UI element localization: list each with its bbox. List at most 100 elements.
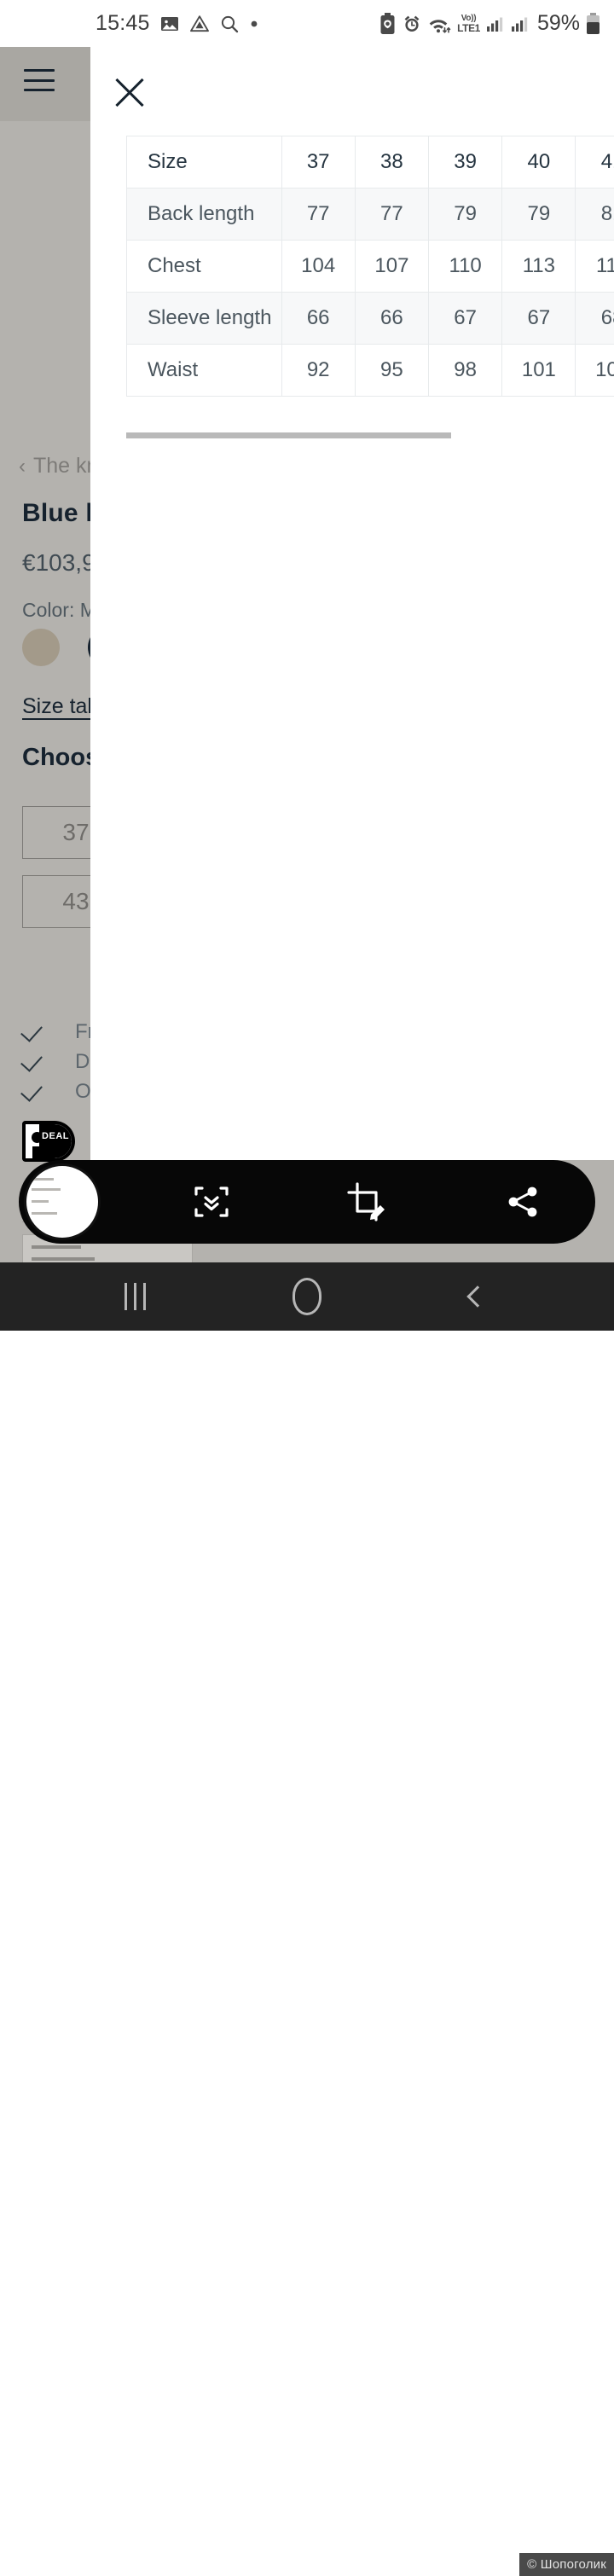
- status-bar-left: 15:45: [96, 11, 259, 36]
- close-icon[interactable]: [113, 75, 147, 109]
- table-row: Sleeve length 66 66 67 67 68 6: [127, 293, 614, 345]
- chevron-left-icon: ‹: [19, 455, 26, 478]
- placeholder-line: [32, 1257, 95, 1261]
- cell: 104: [281, 241, 355, 293]
- cell: 98: [429, 345, 502, 397]
- check-icon: [22, 1020, 46, 1044]
- hamburger-bar: [24, 89, 55, 91]
- scroll-capture-icon: [193, 1183, 230, 1221]
- status-bar-right: Vo)) LTE1 59%: [379, 11, 600, 36]
- table-row: Chest 104 107 110 113 116 11: [127, 241, 614, 293]
- recents-icon-bar: [143, 1283, 146, 1310]
- cell: 116: [576, 241, 614, 293]
- recents-icon-bar: [134, 1283, 136, 1310]
- share-button[interactable]: [472, 1160, 574, 1244]
- row-label-back-length: Back length: [127, 189, 282, 241]
- status-clock: 15:45: [96, 11, 150, 36]
- cell: 77: [281, 189, 355, 241]
- ideal-logo-dot: [32, 1132, 43, 1143]
- share-icon: [505, 1184, 541, 1220]
- cell: 95: [355, 345, 428, 397]
- cell: 110: [429, 241, 502, 293]
- color-label: Color: M: [22, 599, 96, 622]
- product-price: €103,9: [22, 549, 96, 577]
- cell: 107: [355, 241, 428, 293]
- battery-saver-icon: [379, 13, 396, 35]
- thumbnail-line: [32, 1200, 49, 1203]
- crop-edit-button[interactable]: [316, 1160, 418, 1244]
- thumbnail-line: [32, 1212, 57, 1215]
- cell: 104: [576, 345, 614, 397]
- drive-icon: [189, 14, 210, 34]
- ideal-logo-shape: [39, 1124, 72, 1158]
- volte-icon: Vo)) LTE1: [457, 15, 480, 33]
- signal-sim1-icon: [486, 15, 505, 33]
- column-header-size: Size: [127, 136, 282, 189]
- thumbnail-line: [32, 1188, 61, 1191]
- cell: 68: [576, 293, 614, 345]
- ideal-logo: DEAL: [22, 1121, 75, 1162]
- placeholder-line: [32, 1245, 81, 1249]
- hamburger-bar: [24, 79, 55, 82]
- size-chart-table: Size 37 38 39 40 41 4 Back length 77 77 …: [126, 136, 614, 397]
- signal-sim2-icon: [511, 15, 530, 33]
- choose-size-heading: Choos: [22, 744, 99, 772]
- column-header-37: 37: [281, 136, 355, 189]
- row-label-waist: Waist: [127, 345, 282, 397]
- page-title: Blue k: [22, 499, 100, 528]
- search-icon: [219, 14, 240, 34]
- volte-network-label: LTE1: [457, 23, 480, 33]
- gallery-icon: [159, 14, 180, 34]
- ideal-logo-text: DEAL: [42, 1131, 69, 1141]
- breadcrumb[interactable]: ‹ The kn: [19, 454, 98, 479]
- back-button[interactable]: [418, 1262, 537, 1331]
- volte-top-label: Vo)): [461, 15, 477, 23]
- hamburger-icon[interactable]: [24, 69, 55, 91]
- column-header-39: 39: [429, 136, 502, 189]
- breadcrumb-label: The kn: [33, 454, 98, 478]
- scrollbar-thumb[interactable]: [126, 432, 451, 438]
- alarm-icon: [402, 14, 422, 34]
- check-icon: [22, 1080, 46, 1104]
- cell: 77: [355, 189, 428, 241]
- status-bar: 15:45 Vo)) LTE1 59%: [0, 0, 614, 47]
- horizontal-scrollbar[interactable]: [126, 432, 614, 438]
- cell: 113: [502, 241, 576, 293]
- column-header-41: 41: [576, 136, 614, 189]
- hamburger-bar: [24, 69, 55, 72]
- recents-button[interactable]: [75, 1262, 194, 1331]
- dot-icon: [249, 19, 259, 29]
- cell: 81: [576, 189, 614, 241]
- check-icon: [22, 1050, 46, 1074]
- back-icon: [466, 1285, 488, 1307]
- cell: 66: [281, 293, 355, 345]
- benefit-item: De: [22, 1050, 101, 1074]
- cell: 67: [429, 293, 502, 345]
- column-header-38: 38: [355, 136, 428, 189]
- size-table-link[interactable]: Size tab: [22, 694, 99, 719]
- screenshot-toolbar: [19, 1160, 595, 1244]
- ideal-logo-stem: [32, 1146, 42, 1160]
- cell: 79: [502, 189, 576, 241]
- screenshot-thumbnail[interactable]: [24, 1163, 101, 1240]
- cell: 92: [281, 345, 355, 397]
- wifi-icon: [428, 14, 451, 34]
- cell: 79: [429, 189, 502, 241]
- thumbnail-line: [32, 1178, 54, 1181]
- home-button[interactable]: [247, 1262, 367, 1331]
- row-label-sleeve-length: Sleeve length: [127, 293, 282, 345]
- battery-percent-label: 59%: [537, 11, 580, 36]
- battery-icon: [586, 13, 600, 35]
- cell: 67: [502, 293, 576, 345]
- size-chart-table-wrapper[interactable]: Size 37 38 39 40 41 4 Back length 77 77 …: [126, 136, 614, 438]
- home-icon: [293, 1278, 321, 1315]
- cell: 66: [355, 293, 428, 345]
- table-row: Back length 77 77 79 79 81 8: [127, 189, 614, 241]
- recents-icon-bar: [125, 1283, 127, 1310]
- size-chart-modal: Size 37 38 39 40 41 4 Back length 77 77 …: [90, 47, 614, 1160]
- table-row: Waist 92 95 98 101 104 10: [127, 345, 614, 397]
- table-body: Back length 77 77 79 79 81 8 Chest 104 1…: [127, 189, 614, 397]
- table-header-row: Size 37 38 39 40 41 4: [127, 136, 614, 189]
- scroll-capture-button[interactable]: [160, 1160, 263, 1244]
- beige-swatch[interactable]: [22, 629, 60, 666]
